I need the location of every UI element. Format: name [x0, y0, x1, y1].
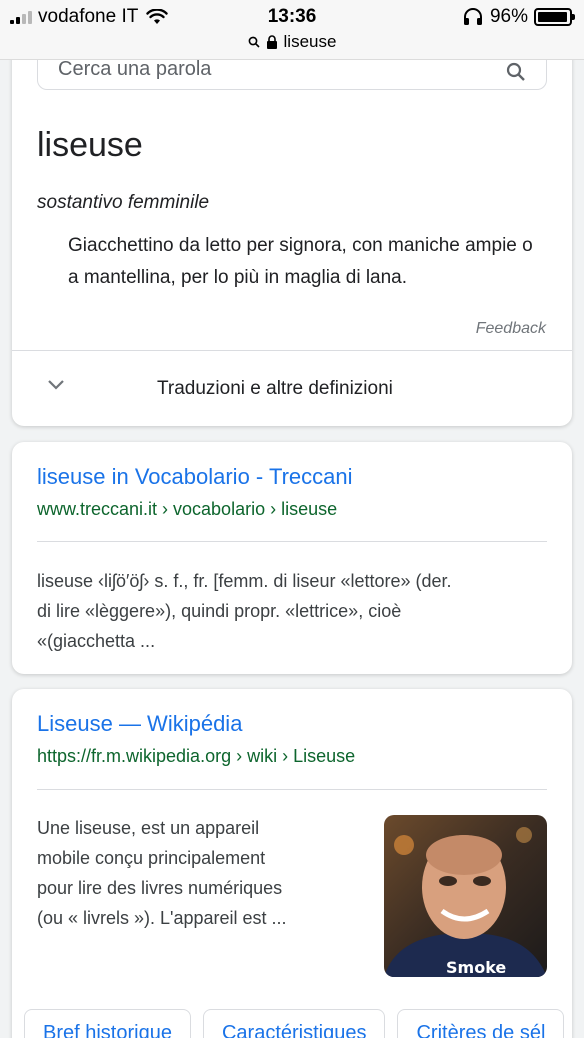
status-right: 96% [462, 6, 575, 28]
divider [37, 541, 547, 542]
sitelink-chip[interactable]: Critères de sél [397, 1009, 565, 1038]
dictionary-card: Cerca una parola liseuse sostantivo femm… [12, 20, 572, 426]
search-icon [248, 36, 260, 48]
result-thumbnail[interactable]: Smoke [384, 815, 547, 977]
search-result: Liseuse — Wikipédia https://fr.m.wikiped… [12, 689, 572, 1038]
search-result: liseuse in Vocabolario - Treccani www.tr… [12, 442, 572, 674]
battery-icon [534, 8, 575, 26]
battery-percent: 96% [489, 6, 528, 27]
result-title-link[interactable]: Liseuse — Wikipédia [37, 711, 242, 737]
snippet-line: «(giacchetta ... [37, 631, 156, 651]
address-bar[interactable]: liseuse [0, 32, 584, 52]
snippet-line: pour lire des livres numériques [37, 878, 283, 898]
snippet-line: di lire «lèggere»), quindi propr. «lettr… [37, 601, 402, 621]
result-snippet: Une liseuse, est un appareil mobile conç… [37, 813, 367, 933]
headword: liseuse [37, 126, 143, 164]
divider [37, 789, 547, 790]
sitelink-chips: Bref historique Caractéristiques Critère… [24, 1009, 565, 1038]
status-bar: vodafone IT 13:36 liseuse 96% [0, 0, 584, 60]
snippet-line: liseuse ‹liʃö′öʃ› s. f., fr. [femm. di l… [37, 571, 452, 591]
shirt-print: Smoke [446, 958, 506, 977]
result-snippet: liseuse ‹liʃö′öʃ› s. f., fr. [femm. di l… [37, 566, 552, 656]
result-url[interactable]: www.treccani.it › vocabolario › liseuse [37, 499, 337, 520]
snippet-line: Une liseuse, est un appareil [37, 818, 260, 838]
feedback-link[interactable]: Feedback [476, 320, 546, 338]
headphones-icon [463, 8, 482, 25]
address-text: liseuse [283, 32, 337, 51]
search-placeholder: Cerca una parola [58, 58, 212, 80]
result-title-link[interactable]: liseuse in Vocabolario - Treccani [37, 464, 353, 490]
definition: Giacchettino da letto per signora, con m… [68, 235, 533, 288]
chevron-down-icon [48, 380, 64, 390]
search-icon[interactable] [506, 62, 526, 82]
sitelink-chip[interactable]: Bref historique [24, 1009, 191, 1038]
part-of-speech: sostantivo femminile [37, 192, 210, 213]
more-definitions-button[interactable]: Traduzioni e altre definizioni [12, 351, 572, 426]
sitelink-chip[interactable]: Caractéristiques [202, 1009, 386, 1038]
lock-icon [266, 35, 277, 49]
snippet-line: mobile conçu principalement [37, 848, 266, 868]
more-definitions-label: Traduzioni e altre definizioni [157, 378, 393, 399]
snippet-line: (ou « livrels »). L'appareil est ... [37, 908, 287, 928]
person-photo: Smoke [384, 815, 547, 977]
result-url[interactable]: https://fr.m.wikipedia.org › wiki › Lise… [37, 746, 355, 767]
